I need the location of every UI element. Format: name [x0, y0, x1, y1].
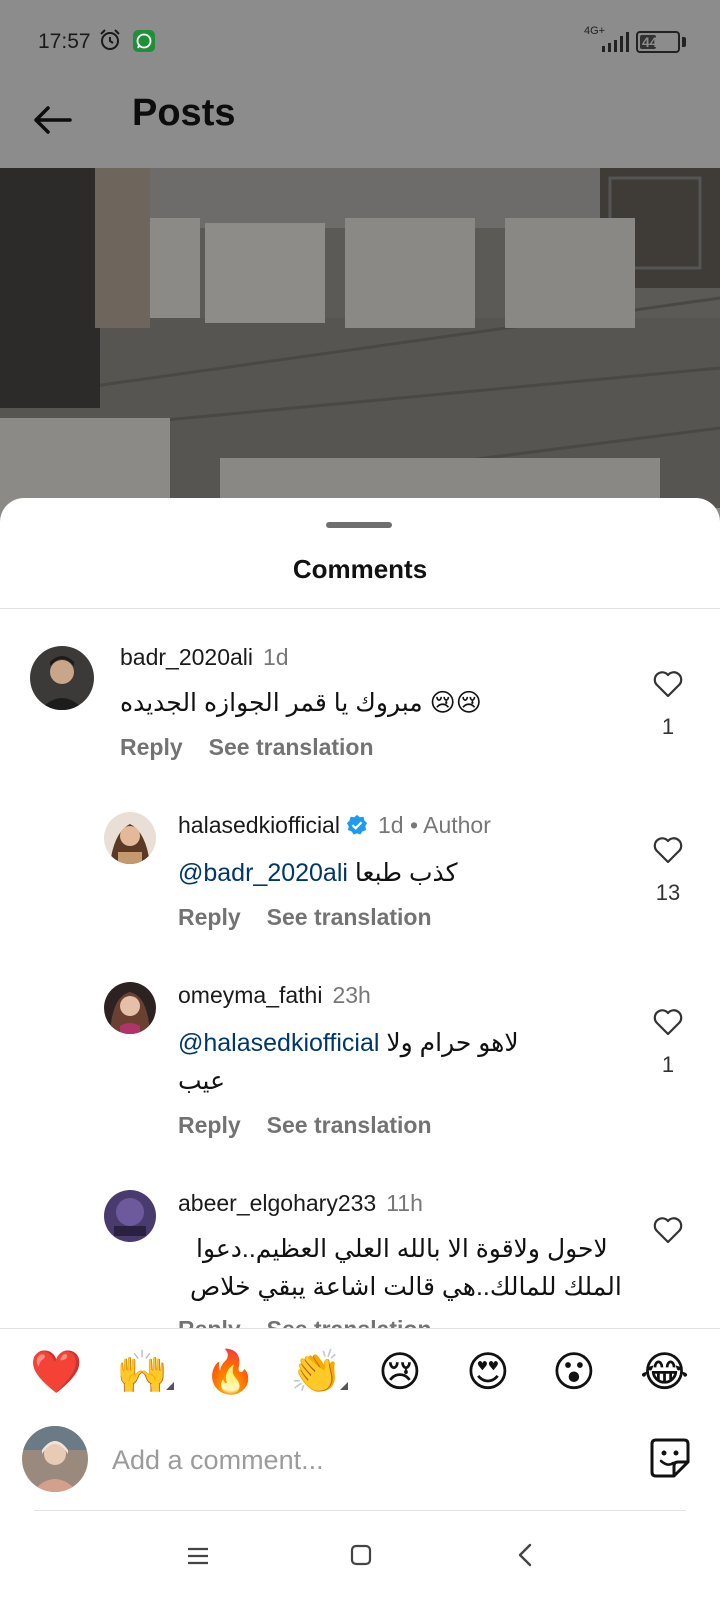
chevron-left-icon[interactable] — [516, 1542, 534, 1568]
emoji-tears-of-joy[interactable]: 😂 — [640, 1348, 689, 1396]
avatar[interactable] — [104, 1190, 156, 1242]
composer-divider — [34, 1510, 686, 1511]
comment-actions: Reply See translation — [178, 1316, 458, 1328]
emoji-heart[interactable]: ❤️ — [30, 1348, 82, 1396]
emoji-crying[interactable]: 😢 — [378, 1348, 422, 1396]
comment-text-line2: الملك للمالك..هي قالت اشاعة يبقي خلاص — [190, 1273, 622, 1301]
comment-input[interactable] — [112, 1438, 612, 1482]
comment-header: abeer_elgohary233 11h — [178, 1190, 423, 1217]
emoji-fire[interactable]: 🔥 — [204, 1348, 256, 1396]
heart-outline-icon[interactable] — [653, 1216, 683, 1244]
emoji-clapping[interactable]: 👏 — [290, 1348, 342, 1396]
emoji-surprised[interactable]: 😮 — [552, 1348, 596, 1396]
comment-text: لاحول ولاقوة الا بالله العلي العظيم..دعو… — [196, 1235, 608, 1263]
see-translation-button[interactable]: See translation — [267, 1316, 432, 1328]
square-home-icon[interactable] — [350, 1544, 372, 1566]
emoji-reaction-bar — [0, 1329, 720, 1419]
emoji-skin-tone-indicator — [340, 1382, 348, 1390]
reply-button[interactable]: Reply — [178, 1316, 241, 1328]
current-user-avatar — [22, 1426, 88, 1492]
comment-time: 11h — [386, 1190, 423, 1216]
comment-username[interactable]: abeer_elgohary233 — [178, 1190, 376, 1216]
comment-item: abeer_elgohary233 11h لاحول ولاقوة الا با… — [0, 0, 720, 1328]
menu-icon[interactable] — [186, 1546, 210, 1566]
emoji-raising-hands[interactable]: 🙌 — [116, 1348, 168, 1396]
sticker-icon[interactable] — [648, 1436, 692, 1480]
emoji-heart-eyes[interactable]: 😍 — [466, 1348, 510, 1396]
emoji-skin-tone-indicator — [166, 1382, 174, 1390]
